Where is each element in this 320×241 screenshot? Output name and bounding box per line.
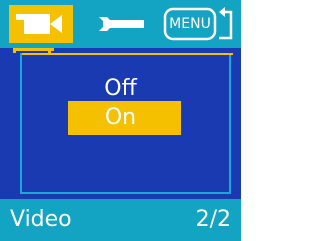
- camera-settings-screen: MENU Off On Video 2/2: [0, 0, 241, 241]
- tab-video[interactable]: [8, 4, 74, 44]
- status-bar: Video 2/2: [0, 199, 241, 241]
- page-indicator: 2/2: [195, 207, 231, 232]
- top-tab-bar: MENU: [0, 0, 241, 48]
- option-off[interactable]: Off: [0, 74, 241, 104]
- tab-settings[interactable]: [93, 4, 151, 44]
- options-panel: Off On: [0, 48, 241, 199]
- menu-label: MENU: [169, 16, 211, 32]
- menu-back-button[interactable]: MENU: [163, 4, 235, 44]
- mode-label: Video: [10, 207, 72, 232]
- video-camera-icon: [9, 5, 73, 43]
- wrench-icon: [99, 17, 144, 31]
- option-on[interactable]: On: [0, 103, 241, 133]
